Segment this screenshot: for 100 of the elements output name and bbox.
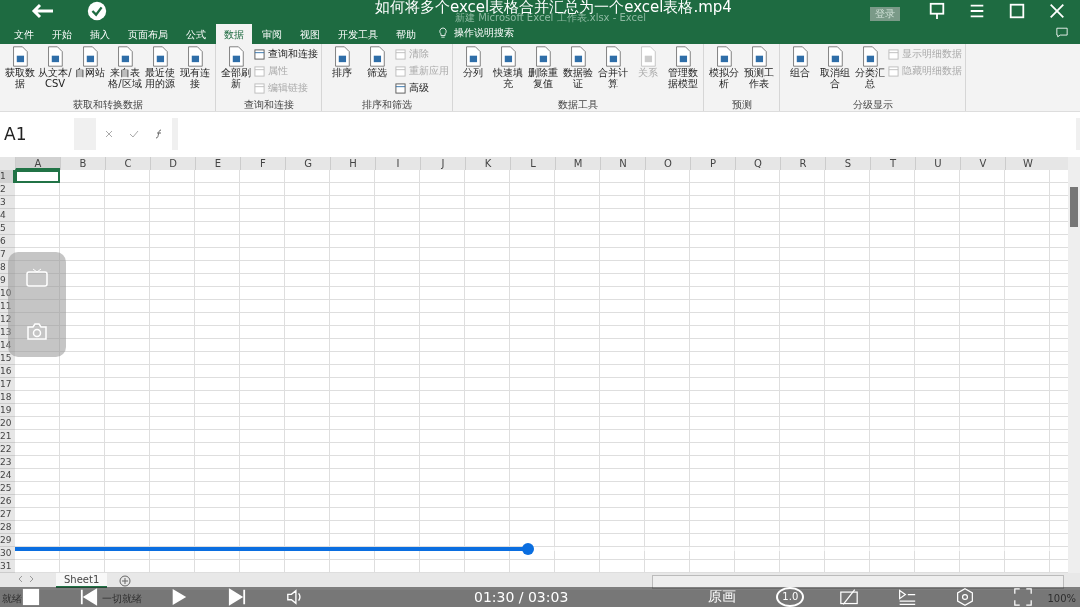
ribbon-button[interactable]: 分类汇总	[853, 46, 887, 98]
column-header[interactable]: T	[870, 157, 915, 170]
ribbon-tab[interactable]: 文件	[6, 24, 42, 44]
row-header[interactable]: 20	[0, 417, 15, 430]
column-header[interactable]: O	[645, 157, 690, 170]
column-header[interactable]: V	[960, 157, 1005, 170]
column-header[interactable]: J	[420, 157, 465, 170]
check-icon[interactable]	[129, 129, 139, 139]
progress-handle[interactable]	[522, 543, 534, 555]
column-header[interactable]: F	[240, 157, 285, 170]
ribbon-tab[interactable]: 视图	[292, 24, 328, 44]
ribbon-button[interactable]: 全部刷新	[219, 46, 253, 98]
row-header[interactable]: 15	[0, 352, 15, 365]
row-header[interactable]: 24	[0, 469, 15, 482]
previous-icon[interactable]	[80, 588, 98, 606]
ribbon-button[interactable]: 排序	[325, 46, 359, 98]
ribbon-tab[interactable]: 开发工具	[330, 24, 386, 44]
quality-button[interactable]: 原画	[708, 588, 737, 606]
cancel-icon[interactable]	[103, 129, 114, 139]
row-header[interactable]: 5	[0, 222, 15, 235]
danmaku-off-icon[interactable]	[840, 588, 859, 606]
ribbon-button[interactable]: 最近使用的源	[143, 46, 177, 98]
row-header[interactable]: 19	[0, 404, 15, 417]
ribbon-button[interactable]: 从文本/CSV	[38, 46, 72, 98]
row-header[interactable]: 25	[0, 482, 15, 495]
row-header[interactable]: 29	[0, 534, 15, 547]
sheet-tab[interactable]: Sheet1	[56, 573, 108, 588]
column-header[interactable]: B	[60, 157, 105, 170]
row-header[interactable]: 7	[0, 248, 15, 261]
row-header[interactable]: 11	[0, 300, 15, 313]
row-header[interactable]: 6	[0, 235, 15, 248]
row-header[interactable]: 18	[0, 391, 15, 404]
ribbon-tab[interactable]: 公式	[178, 24, 214, 44]
row-header[interactable]: 17	[0, 378, 15, 391]
column-header[interactable]: G	[285, 157, 330, 170]
close-icon[interactable]	[1048, 2, 1066, 20]
row-header[interactable]: 12	[0, 313, 15, 326]
ribbon-button[interactable]: 分列	[456, 46, 490, 98]
row-header[interactable]: 8	[0, 261, 15, 274]
row-header[interactable]: 31	[0, 560, 15, 573]
ribbon-button[interactable]: 现有连接	[178, 46, 212, 98]
settings-icon[interactable]	[956, 588, 975, 606]
row-header[interactable]: 22	[0, 443, 15, 456]
column-header[interactable]: C	[105, 157, 150, 170]
ribbon-tab[interactable]: 页面布局	[120, 24, 176, 44]
row-header[interactable]: 3	[0, 196, 15, 209]
speed-button[interactable]: 1.0	[776, 587, 805, 607]
column-header[interactable]: A	[15, 157, 60, 170]
column-header[interactable]: E	[195, 157, 240, 170]
ribbon-button[interactable]: 合并计算	[596, 46, 630, 98]
row-header[interactable]: 1	[0, 170, 15, 183]
row-header[interactable]: 9	[0, 274, 15, 287]
ribbon-button[interactable]: 管理数据模型	[666, 46, 700, 98]
next-icon[interactable]	[228, 588, 246, 606]
column-header[interactable]: N	[600, 157, 645, 170]
row-header[interactable]: 2	[0, 183, 15, 196]
ribbon-button[interactable]: 来自表格/区域	[108, 46, 142, 98]
row-header[interactable]: 10	[0, 287, 15, 300]
ribbon-button[interactable]: 数据验证	[561, 46, 595, 98]
ribbon-button[interactable]: 预测工作表	[742, 46, 776, 98]
ribbon-button[interactable]: 筛选	[360, 46, 394, 98]
ribbon-button[interactable]: 模拟分析	[707, 46, 741, 98]
add-sheet-icon[interactable]	[119, 575, 132, 587]
sheet-nav-icon[interactable]	[16, 575, 36, 583]
pin-icon[interactable]	[928, 2, 946, 20]
search-field[interactable]: 操作说明搜索	[454, 22, 514, 44]
column-header[interactable]: R	[780, 157, 825, 170]
comment-icon[interactable]	[1056, 27, 1068, 38]
column-header[interactable]: D	[150, 157, 195, 170]
ribbon-button[interactable]: 高级	[395, 80, 449, 96]
ribbon-button[interactable]: 快速填充	[491, 46, 525, 98]
ribbon-tab[interactable]: 审阅	[254, 24, 290, 44]
ribbon-button[interactable]: 取消组合	[818, 46, 852, 98]
column-header[interactable]: U	[915, 157, 960, 170]
ribbon-button[interactable]: 自网站	[73, 46, 107, 98]
column-header[interactable]: Q	[735, 157, 780, 170]
column-header[interactable]: I	[375, 157, 420, 170]
back-arrow-icon[interactable]	[30, 3, 56, 19]
ribbon-button[interactable]: 查询和连接	[254, 46, 318, 62]
row-header[interactable]: 30	[0, 547, 15, 560]
ribbon-button[interactable]: 获取数据	[3, 46, 37, 98]
ribbon-tab[interactable]: 插入	[82, 24, 118, 44]
column-header[interactable]: P	[690, 157, 735, 170]
vertical-scrollbar[interactable]	[1068, 157, 1080, 573]
row-header[interactable]: 26	[0, 495, 15, 508]
menu-icon[interactable]	[968, 2, 986, 20]
row-header[interactable]: 13	[0, 326, 15, 339]
ribbon-button[interactable]: 删除重复值	[526, 46, 560, 98]
ribbon-tab[interactable]: 开始	[44, 24, 80, 44]
row-header[interactable]: 21	[0, 430, 15, 443]
column-header[interactable]: S	[825, 157, 870, 170]
column-header[interactable]: W	[1005, 157, 1050, 170]
column-header[interactable]: H	[330, 157, 375, 170]
playlist-icon[interactable]	[898, 588, 917, 606]
volume-icon[interactable]	[286, 588, 304, 606]
maximize-icon[interactable]	[1008, 2, 1026, 20]
name-box[interactable]: A1	[0, 118, 74, 150]
row-header[interactable]: 4	[0, 209, 15, 222]
horizontal-scrollbar[interactable]	[652, 575, 1064, 589]
ribbon-button[interactable]: 组合	[783, 46, 817, 98]
